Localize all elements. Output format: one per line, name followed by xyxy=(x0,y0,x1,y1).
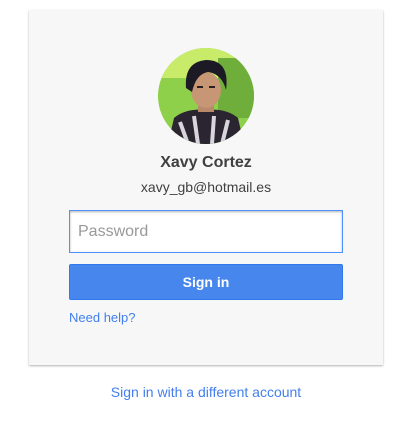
need-help-link[interactable]: Need help? xyxy=(69,310,136,325)
avatar xyxy=(158,48,254,144)
account-email: xavy_gb@hotmail.es xyxy=(140,179,272,195)
password-field-wrapper xyxy=(69,210,343,253)
password-input[interactable] xyxy=(69,210,343,253)
account-name: Xavy Cortez xyxy=(160,154,252,171)
signin-button[interactable]: Sign in xyxy=(69,264,343,300)
different-account-link[interactable]: Sign in with a different account xyxy=(0,384,412,400)
profile-photo xyxy=(158,48,254,144)
signin-card: Xavy Cortez xavy_gb@hotmail.es Sign in N… xyxy=(29,10,383,365)
